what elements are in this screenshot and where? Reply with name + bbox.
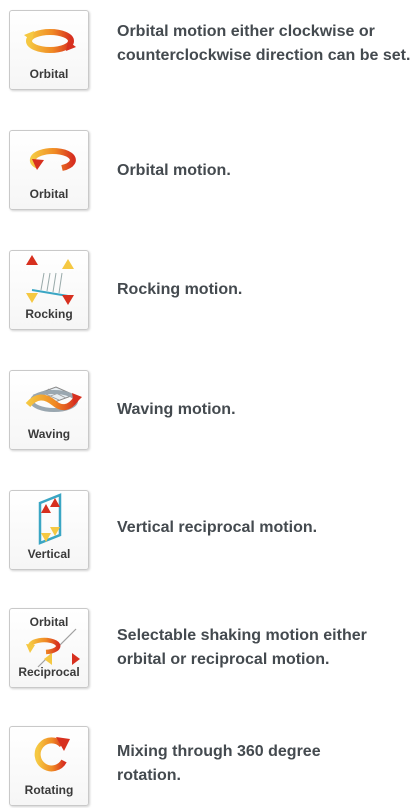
mode-row-waving: Waving Waving motion. [0,370,418,452]
tile-label: Orbital [29,187,69,201]
mode-row-orbital: Orbital Orbital motion. [0,130,418,212]
vertical-icon [38,493,62,545]
tile-label-top: Orbital [29,615,69,629]
mode-row-orbital-reciprocal: Orbital Reciprocal Selectable shaking mo… [0,608,418,690]
mode-description: Selectable shaking motion either orbital… [117,627,367,668]
orbital-icon [29,148,76,171]
mode-description: Rocking motion. [117,281,243,298]
vertical-button[interactable]: Vertical [9,490,89,570]
waving-icon [25,386,82,412]
mode-row-rocking: Rocking Rocking motion. [0,250,418,332]
mode-row-vertical: Vertical Vertical reciprocal motion. [0,490,418,572]
rocking-icon [26,255,74,305]
waving-button[interactable]: Waving [9,370,89,450]
orbital-bidirectional-icon [24,29,76,53]
mode-description: Mixing through 360 degree rotation. [117,743,321,784]
rocking-button[interactable]: Rocking [9,250,89,330]
orbital-button[interactable]: Orbital [9,130,89,210]
mode-row-orbital-bidirectional: Orbital Orbital motion either clockwise … [0,10,418,92]
rotating-button[interactable]: Rotating [9,726,89,806]
tile-label: Vertical [27,547,71,561]
tile-label: Rotating [24,783,74,797]
mode-description: Waving motion. [117,401,236,418]
tile-label: Waving [27,427,71,441]
mode-description: Orbital motion. [117,162,231,179]
mode-description: Vertical reciprocal motion. [117,519,318,536]
orbital-bidirectional-button[interactable]: Orbital [9,10,89,90]
mode-row-rotating: Rotating Mixing through 360 degree rotat… [0,726,418,808]
orbital-reciprocal-button[interactable]: Orbital Reciprocal [9,608,89,688]
tile-label-bottom: Reciprocal [18,665,80,679]
rotating-icon [34,737,70,772]
mode-description: Orbital motion either clockwise or count… [117,23,411,64]
tile-label: Orbital [29,67,69,81]
tile-label: Rocking [25,307,73,321]
